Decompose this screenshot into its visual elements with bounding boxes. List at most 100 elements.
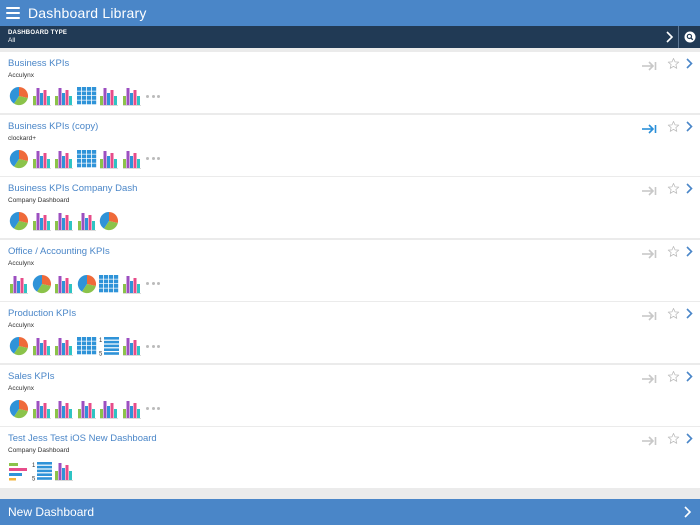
dashboard-list: Business KPIs Acculynx Business KPIs (copy… <box>0 52 700 490</box>
pie-chart-thumbnail-icon <box>9 211 29 231</box>
dashboard-title: Sales KPIs <box>8 370 55 382</box>
pin-icon[interactable] <box>642 121 658 134</box>
list-chart-thumbnail-icon: 15 <box>99 336 119 356</box>
more-dots-icon <box>146 399 160 419</box>
hamburger-icon[interactable] <box>6 7 20 19</box>
pie-chart-thumbnail-icon <box>9 399 29 419</box>
pie-chart-thumbnail-icon <box>32 274 52 294</box>
chevron-right-icon[interactable] <box>685 245 693 257</box>
more-dots-icon <box>146 149 160 169</box>
new-dashboard-label: New Dashboard <box>8 505 95 519</box>
dashboard-subtitle: Acculynx <box>8 322 35 329</box>
widget-thumbnails: 15 <box>9 461 77 481</box>
new-dashboard-button[interactable]: New Dashboard <box>0 499 700 525</box>
dashboard-row[interactable]: Business KPIs Company Dash Company Dashbo… <box>0 177 700 238</box>
bar-chart-thumbnail-icon <box>54 149 74 169</box>
search-icon <box>684 31 695 43</box>
list-chart-thumbnail-icon: 15 <box>32 461 52 481</box>
star-icon[interactable] <box>667 307 680 320</box>
star-icon[interactable] <box>667 57 680 70</box>
dashboard-subtitle: Acculynx <box>8 384 35 392</box>
chevron-right-icon[interactable] <box>685 370 693 382</box>
widget-thumbnails <box>9 274 160 294</box>
widget-thumbnails <box>9 149 160 169</box>
bar-chart-thumbnail-icon <box>122 336 142 356</box>
chevron-right-icon[interactable] <box>685 183 693 194</box>
bar-chart-thumbnail-icon <box>54 274 74 294</box>
dashboard-row[interactable]: Office / Accounting KPIs Acculynx <box>0 239 700 301</box>
bar-chart-thumbnail-icon <box>9 274 29 294</box>
bar-chart-thumbnail-icon <box>122 149 142 169</box>
dashboard-row[interactable]: Business KPIs Acculynx <box>0 52 700 113</box>
bar-chart-thumbnail-icon <box>54 399 74 419</box>
dashboard-row[interactable]: Test Jess Test iOS New Dashboard Company … <box>0 427 700 488</box>
bar-chart-thumbnail-icon <box>77 399 97 419</box>
widget-thumbnails <box>9 399 160 419</box>
more-dots-icon <box>146 336 160 356</box>
svg-text:5: 5 <box>99 352 103 357</box>
hbar-chart-thumbnail-icon <box>9 461 29 481</box>
pin-icon[interactable] <box>642 183 658 196</box>
widget-thumbnails <box>9 211 122 231</box>
dashboard-title: Production KPIs <box>8 308 77 319</box>
pie-chart-thumbnail-icon <box>77 274 97 294</box>
dashboard-row[interactable]: Sales KPIs Acculynx <box>0 364 700 426</box>
bar-chart-thumbnail-icon <box>32 149 52 169</box>
dashboard-subtitle: Acculynx <box>8 72 35 79</box>
dashboard-title: Business KPIs Company Dash <box>8 183 138 194</box>
bar-chart-thumbnail-icon <box>32 86 52 106</box>
bar-chart-thumbnail-icon <box>32 211 52 231</box>
pin-icon[interactable] <box>642 308 658 321</box>
dashboard-title: Business KPIs (copy) <box>8 120 99 132</box>
chevron-right-icon <box>666 31 674 43</box>
pin-icon[interactable] <box>642 433 658 446</box>
star-icon[interactable] <box>667 182 680 195</box>
search-button[interactable] <box>678 26 700 48</box>
dashboard-subtitle: Company Dashboard <box>8 197 70 204</box>
bar-chart-thumbnail-icon <box>122 274 142 294</box>
widget-thumbnails <box>9 86 160 106</box>
more-dots-icon <box>146 274 160 294</box>
star-icon[interactable] <box>667 370 680 383</box>
bar-chart-thumbnail-icon <box>99 149 119 169</box>
dashboard-row[interactable]: Business KPIs (copy) clockard+ <box>0 114 700 176</box>
bar-chart-thumbnail-icon <box>54 211 74 231</box>
svg-text:1: 1 <box>99 338 103 344</box>
chevron-right-icon[interactable] <box>685 433 693 444</box>
dashboard-row[interactable]: Production KPIs Acculynx 1 5 <box>0 302 700 363</box>
filter-value: All <box>8 37 16 44</box>
pin-icon[interactable] <box>642 371 658 384</box>
filter-bar: DASHBOARD TYPE All <box>0 26 700 48</box>
bar-chart-thumbnail-icon <box>32 336 52 356</box>
table-chart-thumbnail-icon <box>76 149 97 169</box>
pin-icon[interactable] <box>642 58 658 71</box>
top-app-bar: Dashboard Library <box>0 0 700 26</box>
star-icon[interactable] <box>667 120 680 133</box>
pie-chart-thumbnail-icon <box>9 336 29 356</box>
bar-chart-thumbnail-icon <box>54 461 74 481</box>
star-icon[interactable] <box>667 432 680 445</box>
chevron-right-icon[interactable] <box>685 58 693 69</box>
more-dots-icon <box>146 86 160 106</box>
bar-chart-thumbnail-icon <box>54 336 74 356</box>
table-chart-thumbnail-icon <box>76 86 97 106</box>
svg-text:5: 5 <box>32 477 36 482</box>
dashboard-type-filter[interactable]: DASHBOARD TYPE All <box>0 26 678 48</box>
pie-chart-thumbnail-icon <box>9 149 29 169</box>
dashboard-title: Test Jess Test iOS New Dashboard <box>8 433 157 444</box>
widget-thumbnails: 15 <box>9 336 160 356</box>
page-title: Dashboard Library <box>28 5 147 21</box>
table-chart-thumbnail-icon <box>76 336 97 356</box>
bar-chart-thumbnail-icon <box>77 211 97 231</box>
bar-chart-thumbnail-icon <box>32 399 52 419</box>
star-icon[interactable] <box>667 245 680 258</box>
bar-chart-thumbnail-icon <box>99 86 119 106</box>
bar-chart-thumbnail-icon <box>54 86 74 106</box>
chevron-right-icon[interactable] <box>685 308 693 319</box>
dashboard-subtitle: Acculynx <box>8 259 35 267</box>
table-chart-thumbnail-icon <box>99 274 119 294</box>
chevron-right-icon[interactable] <box>685 120 693 132</box>
pin-icon[interactable] <box>642 246 658 259</box>
svg-text:1: 1 <box>32 463 36 469</box>
dashboard-title: Business KPIs <box>8 58 70 69</box>
